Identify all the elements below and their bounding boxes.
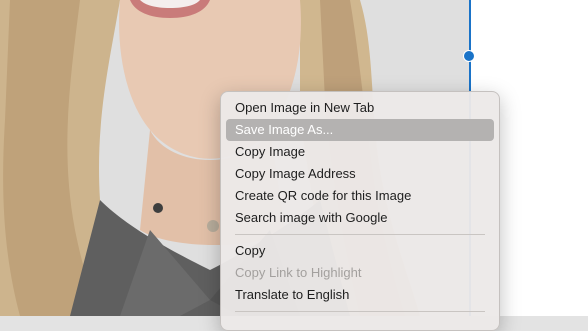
menu-item-copy-link-to-highlight: Copy Link to Highlight bbox=[235, 265, 362, 280]
menu-item-translate-to-english[interactable]: Translate to English bbox=[226, 284, 494, 306]
menu-item-copy-image[interactable]: Copy Image bbox=[226, 141, 494, 163]
menu-item-search-image-google[interactable]: Search image with Google bbox=[226, 207, 494, 229]
menu-separator bbox=[235, 234, 485, 235]
menu-item-copy[interactable]: Copy bbox=[226, 240, 494, 262]
menu-item-create-qr-code[interactable]: Create QR code for this Image bbox=[226, 185, 494, 207]
menu-item-save-image-as[interactable]: Save Image As... bbox=[226, 119, 494, 141]
selection-handle-dot[interactable] bbox=[463, 50, 475, 62]
menu-item-open-image-new-tab[interactable]: Open Image in New Tab bbox=[226, 97, 494, 119]
context-menu: Open Image in New Tab Save Image As... C… bbox=[220, 91, 500, 331]
menu-separator bbox=[235, 311, 485, 312]
menu-item-copy-image-address[interactable]: Copy Image Address bbox=[226, 163, 494, 185]
